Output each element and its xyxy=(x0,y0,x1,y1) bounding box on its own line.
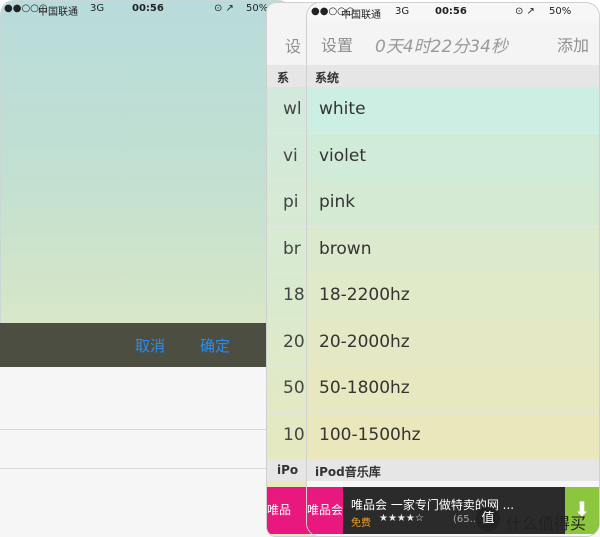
confirm-button[interactable]: 确定 xyxy=(200,335,230,356)
section-label: iPod音乐库 xyxy=(315,465,381,479)
timer-display: 0天4时22分34秒 xyxy=(375,37,508,57)
watermark: 值 什么值得买 xyxy=(476,505,600,535)
back-row-label: 50 xyxy=(283,378,305,398)
sound-row[interactable]: 20-2000hz xyxy=(307,319,599,367)
back-section-label: iPo xyxy=(277,463,299,477)
add-button[interactable]: 添加 xyxy=(557,32,589,56)
nav-bar: 设置 0天4时22分34秒 添加 xyxy=(307,21,599,65)
network-label: 3G xyxy=(90,3,105,14)
battery-percent: 50% xyxy=(549,6,572,17)
back-nav-title: 设 xyxy=(285,37,302,56)
back-ad-label: 唯品 xyxy=(267,503,292,517)
sound-row[interactable]: violet xyxy=(307,133,599,181)
right-phone-screen: ●●○○○ 中国联通 3G 00:56 ⊙ ↗ 50% 设置 0天4时22分34… xyxy=(306,2,600,537)
watermark-text: 什么值得买 xyxy=(506,514,587,533)
status-bar-right: ●●○○○ 中国联通 3G 00:56 ⊙ ↗ 50% xyxy=(307,3,599,21)
back-row-label: wl xyxy=(283,99,302,119)
back-row-label: br xyxy=(283,238,301,259)
network-label: 3G xyxy=(395,6,410,17)
section-header-ipod: iPod音乐库 xyxy=(307,459,599,481)
status-time: 00:56 xyxy=(132,3,164,14)
battery-percent: 50% xyxy=(246,3,269,14)
sound-row-label: pink xyxy=(319,192,356,212)
section-label: 系统 xyxy=(315,71,340,85)
sound-row-label: 100-1500hz xyxy=(319,424,421,445)
back-row-label: 10 xyxy=(283,424,305,445)
back-section-label: 系 xyxy=(277,71,290,85)
rating-stars-icon: ★★★★☆ xyxy=(379,513,424,524)
section-header-system: 系统 xyxy=(307,65,599,87)
lock-icon: ⊙ ↗ xyxy=(214,3,234,14)
sound-row[interactable]: 50-1800hz xyxy=(307,366,599,413)
carrier-label: 中国联通 xyxy=(341,10,381,21)
sound-row-label: violet xyxy=(319,145,367,166)
back-row-label: 18 xyxy=(283,285,305,305)
back-row-label: vi xyxy=(283,145,298,166)
cancel-button[interactable]: 取消 xyxy=(135,335,165,356)
sound-row[interactable]: white xyxy=(307,87,599,134)
status-time: 00:56 xyxy=(435,6,467,17)
ad-app-logo: 唯品会 xyxy=(307,487,343,534)
watermark-logo-icon: 值 xyxy=(476,507,500,531)
sound-row-label: 18-2200hz xyxy=(319,285,410,305)
lock-icon: ⊙ ↗ xyxy=(515,6,535,17)
sound-row-label: 20-2000hz xyxy=(319,331,410,352)
sound-row-label: white xyxy=(319,99,366,119)
sound-row[interactable]: pink xyxy=(307,180,599,227)
settings-button[interactable]: 设置 xyxy=(321,32,353,56)
back-row-label: 20 xyxy=(283,331,305,352)
sound-row[interactable]: 100-1500hz xyxy=(307,412,599,460)
sound-row-label: brown xyxy=(319,238,372,259)
ad-price: 免费 xyxy=(351,518,371,529)
left-phone-screen: ●●○○○ 中国联通 3G 00:56 ⊙ ↗ 50% 取消 确定 4小时 5小… xyxy=(0,0,600,537)
sound-row-label: 50-1800hz xyxy=(319,378,410,398)
carrier-label: 中国联通 xyxy=(38,7,78,18)
sound-row[interactable]: brown xyxy=(307,226,599,274)
back-row-label: pi xyxy=(283,192,299,212)
sound-row[interactable]: 18-2200hz xyxy=(307,273,599,320)
